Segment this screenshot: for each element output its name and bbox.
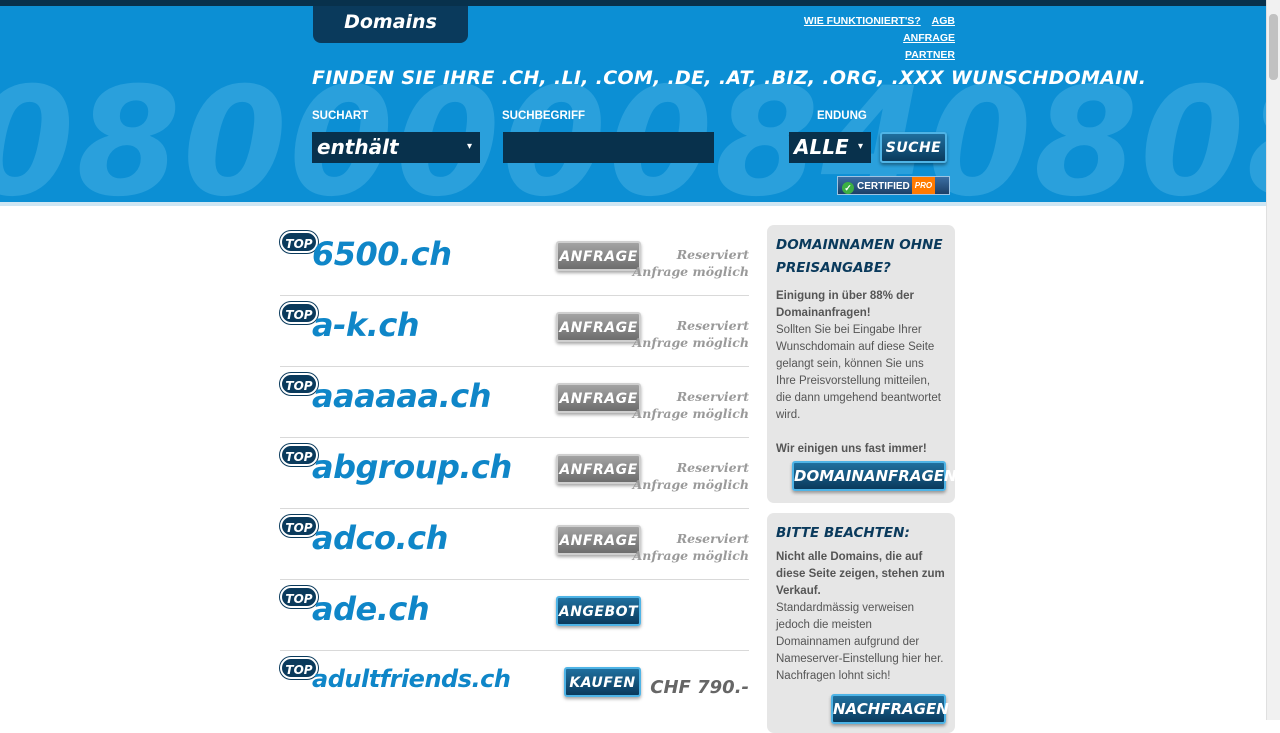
check-icon: ✓ <box>842 182 854 194</box>
box-intro: Nicht alle Domains, die auf diese Seite … <box>776 551 945 597</box>
info-box-notice: BITTE BEACHTEN: Nicht alle Domains, die … <box>767 513 955 733</box>
header-divider <box>0 202 1266 206</box>
list-item: TOP a-k.ch ANFRAGE Reserviert Anfrage mö… <box>280 296 749 367</box>
domain-status: Reserviert Anfrage möglich <box>633 459 749 493</box>
list-item: TOP abgroup.ch ANFRAGE Reserviert Anfrag… <box>280 438 749 509</box>
status-reserved: Reserviert <box>676 389 749 404</box>
info-box-no-price: DOMAINNAMEN OHNE PREISANGABE? Einigung i… <box>767 225 957 503</box>
pro-label: PRO <box>911 177 936 194</box>
domain-name[interactable]: abgroup.ch <box>312 448 512 486</box>
domain-status: Reserviert Anfrage möglich <box>633 317 749 351</box>
box-closing: Wir einigen uns fast immer! <box>776 443 927 455</box>
domainanfragen-button[interactable]: DOMAINANFRAGEN <box>792 461 957 491</box>
anfrage-button[interactable]: ANFRAGE <box>556 241 641 271</box>
status-reserved: Reserviert <box>676 247 749 262</box>
anfrage-button[interactable]: ANFRAGE <box>556 454 641 484</box>
domain-status: Reserviert Anfrage möglich <box>633 246 749 280</box>
certified-label: CERTIFIED <box>857 181 910 192</box>
domain-name[interactable]: 6500.ch <box>312 235 452 273</box>
scrollbar[interactable] <box>1266 0 1280 720</box>
anfrage-button[interactable]: ANFRAGE <box>556 312 641 342</box>
header-banner: 08000008408080 <box>0 6 1266 202</box>
domain-status: Reserviert Anfrage möglich <box>633 530 749 564</box>
box-body: Standardmässig verweisen jedoch die meis… <box>776 602 944 682</box>
list-item: TOP adultfriends.ch KAUFEN CHF 790.- <box>280 651 749 722</box>
link-agb[interactable]: AGB <box>932 15 955 27</box>
endung-select[interactable]: ALLE ▾ <box>789 132 871 163</box>
suchbegriff-label: SUCHBEGRIFF <box>502 110 586 122</box>
endung-label: ENDUNG <box>817 110 867 122</box>
box-body: Sollten Sie bei Eingabe Ihrer Wunschdoma… <box>776 324 941 421</box>
box-title: DOMAINNAMEN OHNE PREISANGABE? <box>776 237 943 276</box>
domain-name[interactable]: a-k.ch <box>312 306 420 344</box>
suchart-label: SUCHART <box>312 110 369 122</box>
endung-value: ALLE <box>794 135 849 159</box>
domain-name[interactable]: adultfriends.ch <box>312 665 511 693</box>
link-wie-funktionierts[interactable]: WIE FUNKTIONIERT'S? <box>804 15 921 27</box>
status-reserved: Reserviert <box>676 318 749 333</box>
link-partner[interactable]: PARTNER <box>905 49 955 61</box>
chevron-down-icon: ▾ <box>857 141 863 152</box>
chevron-down-icon: ▾ <box>466 141 472 152</box>
list-item: TOP adco.ch ANFRAGE Reserviert Anfrage m… <box>280 509 749 580</box>
domain-name[interactable]: aaaaaa.ch <box>312 377 491 415</box>
top-links: WIE FUNKTIONIERT'S? AGB ANFRAGE PARTNER <box>740 13 955 64</box>
suchbegriff-input[interactable] <box>503 132 714 163</box>
anfrage-button[interactable]: ANFRAGE <box>556 383 641 413</box>
domain-status: Reserviert Anfrage möglich <box>633 388 749 422</box>
anfrage-button[interactable]: ANFRAGE <box>556 525 641 555</box>
scrollbar-thumb[interactable] <box>1269 14 1278 80</box>
status-reserved: Reserviert <box>676 460 749 475</box>
list-item: TOP 6500.ch ANFRAGE Reserviert Anfrage m… <box>280 225 749 296</box>
search-button[interactable]: SUCHE <box>880 132 947 163</box>
certified-badge[interactable]: ✓ CERTIFIED PRO <box>837 176 950 195</box>
domain-name[interactable]: adco.ch <box>312 519 448 557</box>
status-reserved: Reserviert <box>676 531 749 546</box>
status-inquiry: Anfrage möglich <box>632 335 749 350</box>
tab-domains[interactable]: Domains <box>313 6 468 43</box>
status-inquiry: Anfrage möglich <box>632 264 749 279</box>
kaufen-button[interactable]: KAUFEN <box>564 667 641 697</box>
angebot-button[interactable]: ANGEBOT <box>556 596 641 626</box>
domain-price: CHF 790.- <box>650 677 749 698</box>
status-inquiry: Anfrage möglich <box>632 477 749 492</box>
status-inquiry: Anfrage möglich <box>632 406 749 421</box>
domain-name[interactable]: ade.ch <box>312 590 430 628</box>
list-item: TOP aaaaaa.ch ANFRAGE Reserviert Anfrage… <box>280 367 749 438</box>
suchart-select[interactable]: enthält ▾ <box>312 132 480 163</box>
box-intro: Einigung in über 88% der Domainanfragen! <box>776 290 915 319</box>
status-inquiry: Anfrage möglich <box>632 548 749 563</box>
list-item: TOP ade.ch ANGEBOT <box>280 580 749 651</box>
suchart-value: enthält <box>317 135 399 159</box>
link-anfrage[interactable]: ANFRAGE <box>903 32 955 44</box>
page-tagline: FINDEN SIE IHRE .CH, .LI, .COM, .DE, .AT… <box>312 67 1147 89</box>
box-title: BITTE BEACHTEN: <box>776 525 910 541</box>
